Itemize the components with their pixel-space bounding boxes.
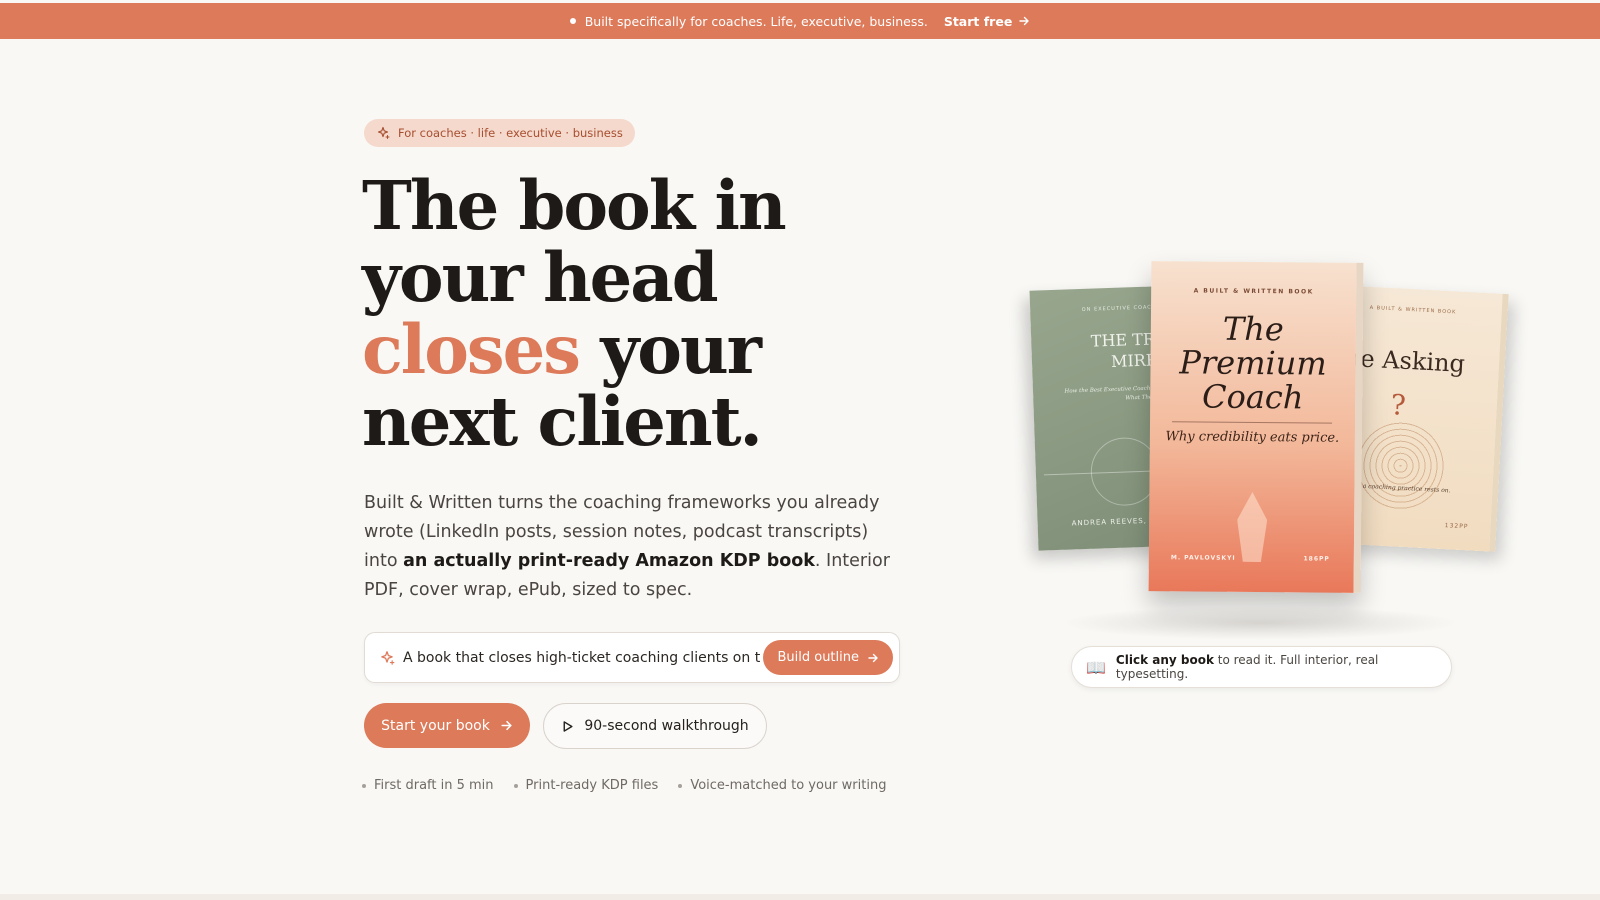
hint-text: Click any book to read it. Full interior…	[1116, 653, 1451, 681]
bullet-icon	[678, 783, 683, 788]
arrow-right-icon	[501, 720, 512, 731]
book-title-line-1: The	[1222, 309, 1284, 349]
click-book-hint: 📖 Click any book to read it. Full interi…	[1071, 646, 1452, 688]
announcement-bar: Built specifically for coaches. Life, ex…	[0, 3, 1600, 39]
play-icon	[563, 720, 573, 732]
book-title: The Premium Coach	[1150, 309, 1356, 417]
feature-label: Voice-matched to your writing	[690, 778, 887, 793]
sparkle-icon	[381, 650, 395, 665]
book-idea-prompt[interactable]: A book that closes high-ticket coaching …	[364, 632, 900, 683]
arrow-right-icon	[1019, 16, 1029, 26]
feature-list: First draft in 5 min Print-ready KDP fil…	[362, 778, 886, 793]
bullet-dot-icon	[569, 18, 576, 24]
start-free-label: Start free	[943, 13, 1013, 29]
section-divider	[0, 894, 1600, 900]
build-outline-label: Build outline	[777, 650, 859, 665]
feature-item: Print-ready KDP files	[513, 778, 659, 793]
book-tagline: Why credibility eats price.	[1165, 429, 1340, 446]
books-floor-shadow	[1060, 606, 1460, 640]
start-your-book-button[interactable]: Start your book	[364, 703, 530, 748]
book-author: M. PAVLOVSKYI	[1170, 554, 1236, 562]
walkthrough-label: 90-second walkthrough	[584, 718, 749, 734]
open-book-icon: 📖	[1086, 657, 1106, 677]
build-outline-button[interactable]: Build outline	[763, 640, 893, 675]
headline-line-3-rest: your	[579, 310, 762, 389]
book-the-asking[interactable]: A BUILT & WRITTEN BOOK he Asking ? ions …	[1343, 286, 1509, 552]
book-title-line-3: Coach	[1201, 377, 1304, 417]
feature-label: Print-ready KDP files	[525, 778, 659, 793]
book-author: ANDREA REEVES, F	[1071, 516, 1156, 528]
sparkle-icon	[377, 126, 390, 139]
feature-item: Voice-matched to your writing	[678, 778, 886, 793]
start-your-book-label: Start your book	[381, 717, 490, 734]
feature-item: First draft in 5 min	[362, 778, 494, 793]
arrow-right-icon	[868, 653, 878, 662]
announcement-message: Built specifically for coaches. Life, ex…	[584, 13, 928, 29]
hero-headline: The book in your head closes your next c…	[362, 170, 922, 458]
book-page-count: 186PP	[1303, 555, 1330, 563]
book-idea-input[interactable]: A book that closes high-ticket coaching …	[403, 650, 761, 666]
audience-pill: For coaches · life · executive · busines…	[364, 119, 635, 147]
book-page-count: 132PP	[1444, 522, 1469, 531]
book-label: A BUILT & WRITTEN BOOK	[1369, 304, 1457, 316]
feature-label: First draft in 5 min	[374, 778, 494, 793]
headline-line-4: next client.	[362, 382, 763, 461]
hero-subheading: Built & Written turns the coaching frame…	[364, 489, 904, 605]
concentric-rings-ornament	[1353, 418, 1448, 514]
bullet-icon	[513, 783, 518, 788]
headline-line-1: The book in	[362, 166, 787, 245]
book-label: A BUILT & WRITTEN BOOK	[1193, 287, 1314, 296]
cover-rule	[1172, 421, 1333, 424]
book-premium-coach[interactable]: A BUILT & WRITTEN BOOK The Premium Coach…	[1148, 261, 1364, 593]
pen-nib-icon	[1237, 492, 1268, 562]
start-free-link[interactable]: Start free	[944, 14, 1030, 29]
audience-pill-label: For coaches · life · executive · busines…	[398, 126, 623, 140]
hint-bold: Click any book	[1115, 653, 1214, 667]
bullet-icon	[362, 783, 366, 788]
question-mark-ornament: ?	[1389, 388, 1407, 422]
walkthrough-button[interactable]: 90-second walkthrough	[543, 703, 767, 749]
headline-accent-word: closes	[362, 310, 581, 389]
headline-line-2: your head	[362, 238, 719, 317]
sub-bold: an actually print-ready Amazon KDP book	[403, 551, 815, 571]
